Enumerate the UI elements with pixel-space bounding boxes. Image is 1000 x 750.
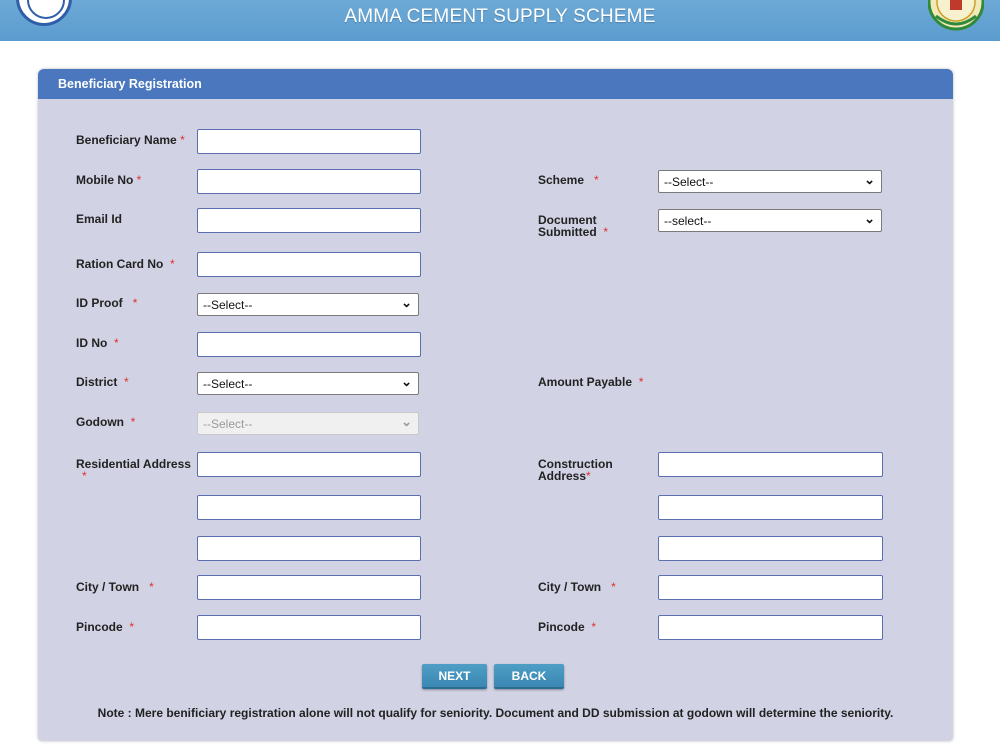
residential-address-label: Residential Address * <box>76 457 191 483</box>
id-no-label: ID No * <box>76 336 119 350</box>
id-proof-select[interactable]: --Select-- ⌄ <box>197 293 419 316</box>
pincode-label: Pincode * <box>76 620 135 634</box>
residential-address-line2-input[interactable] <box>197 495 421 520</box>
email-id-label: Email Id <box>76 212 123 226</box>
beneficiary-name-input[interactable] <box>197 129 421 154</box>
ration-card-label: Ration Card No * <box>76 257 175 271</box>
city-town-label: City / Town * <box>76 580 154 594</box>
district-label: District * <box>76 375 129 389</box>
mobile-no-label: Mobile No * <box>76 173 142 187</box>
chevron-down-icon: ⌄ <box>401 374 412 389</box>
government-seal-logo <box>928 0 984 31</box>
residential-address-line1-input[interactable] <box>197 452 421 477</box>
construction-pincode-input[interactable] <box>658 615 883 640</box>
construction-city-town-input[interactable] <box>658 575 883 600</box>
ration-card-input[interactable] <box>197 252 421 277</box>
id-proof-label: ID Proof * <box>76 296 138 310</box>
email-id-input[interactable] <box>197 208 421 233</box>
construction-address-line3-input[interactable] <box>658 536 883 561</box>
back-button[interactable]: BACK <box>494 664 564 689</box>
city-town-input[interactable] <box>197 575 421 600</box>
chevron-down-icon: ⌄ <box>864 211 875 226</box>
next-button[interactable]: NEXT <box>422 664 487 689</box>
chevron-down-icon: ⌄ <box>401 414 412 429</box>
id-no-input[interactable] <box>197 332 421 357</box>
godown-label: Godown * <box>76 415 136 429</box>
panel-title: Beneficiary Registration <box>58 77 202 91</box>
residential-address-line3-input[interactable] <box>197 536 421 561</box>
document-submitted-select[interactable]: --select-- ⌄ <box>658 209 882 232</box>
scheme-label: Scheme * <box>538 173 599 187</box>
mobile-no-input[interactable] <box>197 169 421 194</box>
beneficiary-name-label: Beneficiary Name * <box>76 133 185 147</box>
construction-address-label: Construction Address* <box>538 457 613 483</box>
document-submitted-label: Document Submitted * <box>538 213 609 239</box>
app-header: AMMA CEMENT SUPPLY SCHEME <box>0 0 1000 41</box>
amount-payable-label: Amount Payable * <box>538 375 644 389</box>
registration-panel: Beneficiary Registration Beneficiary Nam… <box>38 69 953 741</box>
registration-note: Note : Mere benificiary registration alo… <box>97 706 894 720</box>
chevron-down-icon: ⌄ <box>864 172 875 187</box>
construction-pincode-label: Pincode * <box>538 620 597 634</box>
pincode-input[interactable] <box>197 615 421 640</box>
panel-header: Beneficiary Registration <box>38 69 953 99</box>
construction-address-line1-input[interactable] <box>658 452 883 477</box>
scheme-select[interactable]: --Select-- ⌄ <box>658 170 882 193</box>
district-select[interactable]: --Select-- ⌄ <box>197 372 419 395</box>
chevron-down-icon: ⌄ <box>401 295 412 310</box>
godown-select[interactable]: --Select-- ⌄ <box>197 412 419 435</box>
construction-address-line2-input[interactable] <box>658 495 883 520</box>
construction-city-town-label: City / Town * <box>538 580 616 594</box>
page-title: AMMA CEMENT SUPPLY SCHEME <box>344 6 656 27</box>
